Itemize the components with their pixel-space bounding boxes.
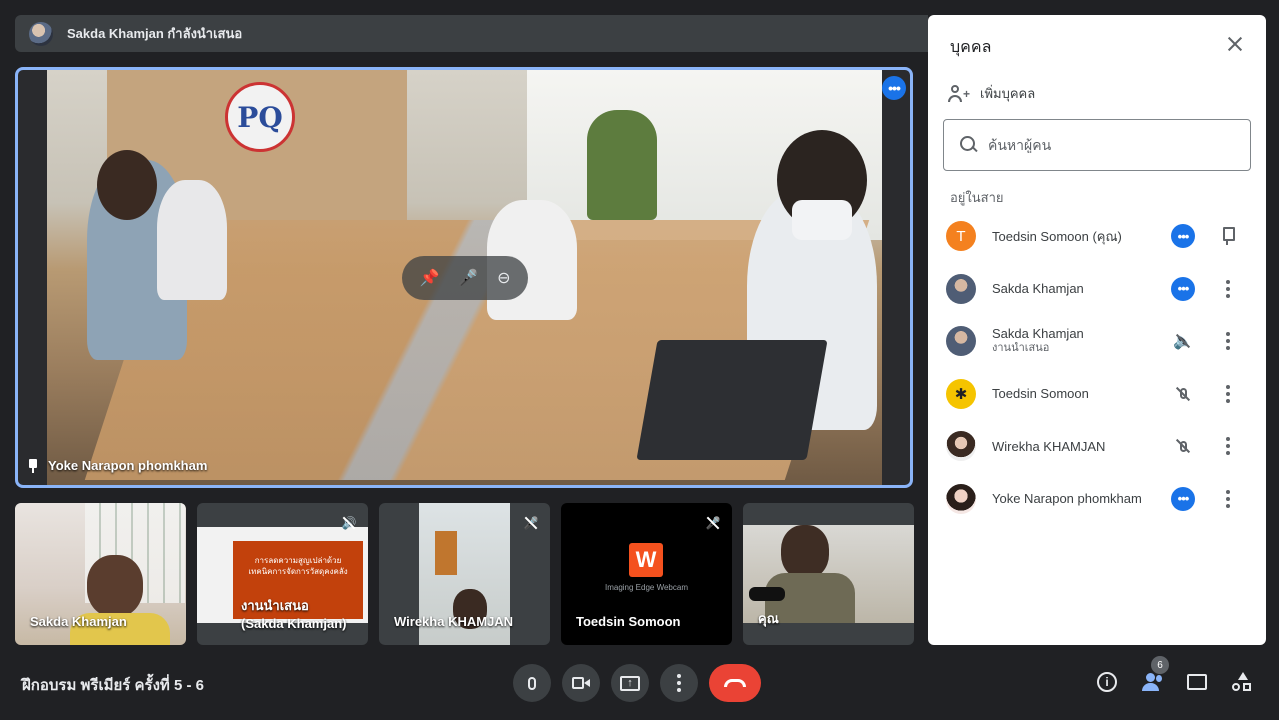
participant-name: Wirekha KHAMJAN	[992, 438, 1106, 454]
presenter-text: Sakda Khamjan กำลังนำเสนอ	[67, 26, 243, 41]
participant-name: Toedsin Somoon	[992, 386, 1089, 402]
more-vert-icon	[677, 674, 681, 692]
chat-button[interactable]	[1183, 668, 1211, 696]
meeting-info-button[interactable]: i	[1093, 668, 1121, 696]
volume-off-icon: 🔈	[1171, 329, 1195, 353]
participant-subtitle: งานนำเสนอ	[992, 342, 1050, 355]
participant-row[interactable]: Yoke Narapon phomkham •••	[928, 473, 1266, 526]
participant-name: Yoke Narapon phomkham	[992, 491, 1142, 507]
participant-name: คุณ	[758, 611, 779, 626]
participant-row[interactable]: Sakda Khamjan งานนำเสนอ 🔈	[928, 315, 1266, 368]
presenter-avatar	[29, 21, 53, 46]
avatar	[946, 326, 976, 357]
remove-circle-icon[interactable]: ⊖	[497, 268, 510, 288]
webcam-app-name: Imaging Edge Webcam	[604, 583, 688, 592]
participant-row[interactable]: Wirekha KHAMJAN	[928, 420, 1266, 473]
participant-tile[interactable]: 🎤 Wirekha KHAMJAN	[379, 503, 550, 645]
volume-off-icon: 🔊	[341, 516, 357, 530]
avatar	[946, 483, 976, 514]
more-vert-icon[interactable]	[1216, 434, 1240, 458]
company-logo: PQ	[225, 82, 295, 152]
more-vert-icon[interactable]	[1216, 329, 1240, 353]
present-button[interactable]: ↑	[611, 664, 649, 702]
more-options-icon[interactable]: •••	[1171, 276, 1195, 301]
participant-row[interactable]: T Toedsin Somoon (คุณ) •••	[928, 210, 1266, 263]
meeting-title: ฝึกอบรม พรีเมียร์ ครั้งที่ 5 - 6	[22, 677, 204, 694]
more-vert-icon[interactable]	[1216, 487, 1240, 511]
mic-off-icon	[1171, 434, 1195, 458]
person-add-icon: +	[948, 84, 970, 103]
panel-title: บุคคล	[950, 39, 992, 56]
activities-button[interactable]	[1228, 668, 1256, 696]
participant-name-text: Sakda Khamjan	[992, 326, 1084, 342]
main-participant-name: Yoke Narapon phomkham	[48, 458, 208, 473]
mic-off-icon	[1171, 382, 1195, 406]
participant-name: Toedsin Somoon (คุณ)	[992, 228, 1122, 244]
add-people-button[interactable]: + เพิ่มบุคคล	[948, 83, 1035, 104]
presentation-label: งานนำเสนอ	[241, 598, 309, 613]
close-icon[interactable]	[1224, 33, 1246, 55]
more-options-button[interactable]	[660, 664, 698, 702]
add-people-label: เพิ่มบุคคล	[980, 86, 1036, 101]
participant-list: T Toedsin Somoon (คุณ) ••• Sakda Khamjan…	[928, 210, 1266, 525]
end-call-icon	[724, 679, 746, 687]
avatar	[946, 273, 976, 304]
more-options-icon[interactable]: •••	[1171, 224, 1195, 249]
avatar: ✱	[946, 378, 976, 409]
present-screen-icon: ↑	[620, 675, 640, 691]
webcam-app-logo: W	[629, 543, 663, 577]
slide-title-line2: เทคนิคการจัดการวัสดุคงคลัง	[248, 567, 348, 576]
avatar: T	[946, 221, 976, 252]
more-options-icon[interactable]: •••	[1171, 486, 1195, 511]
participant-row[interactable]: Sakda Khamjan •••	[928, 263, 1266, 316]
tile-more-button[interactable]: •••	[882, 76, 906, 100]
main-tile-label: Yoke Narapon phomkham	[28, 458, 207, 473]
participant-name: Toedsin Somoon	[576, 614, 681, 629]
participant-row[interactable]: ✱ Toedsin Somoon	[928, 368, 1266, 421]
tile-hover-controls: 📌 🎤 ⊖	[402, 256, 528, 300]
activities-icon	[1232, 672, 1252, 692]
search-field[interactable]	[943, 119, 1251, 171]
mic-button[interactable]	[513, 664, 551, 702]
main-video-tile[interactable]: PQ ••• 📌 🎤 ⊖ Yoke Narapon phomkham	[15, 67, 913, 488]
participant-tile[interactable]: W Imaging Edge Webcam 🎤 Toedsin Somoon	[561, 503, 732, 645]
people-panel: บุคคล + เพิ่มบุคคล อยู่ในสาย T Toedsin S…	[928, 15, 1266, 645]
participant-tile[interactable]: Sakda Khamjan	[15, 503, 186, 645]
self-tile[interactable]: คุณ	[743, 503, 914, 645]
more-vert-icon[interactable]	[1216, 277, 1240, 301]
more-vert-icon[interactable]	[1216, 382, 1240, 406]
camera-button[interactable]	[562, 664, 600, 702]
search-icon	[960, 136, 978, 154]
participant-count-badge: 6	[1151, 656, 1169, 674]
pin-icon	[28, 458, 38, 473]
end-call-button[interactable]	[709, 664, 761, 702]
camera-icon	[572, 677, 590, 689]
pin-off-icon[interactable]: 📌	[419, 268, 439, 288]
participant-name: Sakda Khamjan งานนำเสนอ	[992, 326, 1084, 356]
slide-title-line1: การลดความสูญเปล่าด้วย	[254, 556, 342, 565]
participant-name: งานนำเสนอ (Sakda Khamjan)	[241, 597, 346, 633]
mic-icon	[528, 676, 536, 690]
presenting-banner: Sakda Khamjan กำลังนำเสนอ	[15, 15, 928, 52]
pin-icon[interactable]	[1216, 224, 1240, 248]
presentation-owner: (Sakda Khamjan)	[241, 616, 347, 631]
search-input[interactable]	[988, 137, 1228, 153]
participant-name: Wirekha KHAMJAN	[394, 614, 514, 629]
presentation-tile[interactable]: การลดความสูญเปล่าด้วย เทคนิคการจัดการวัส…	[197, 503, 368, 645]
chat-icon	[1187, 674, 1207, 690]
mic-icon[interactable]: 🎤	[458, 268, 478, 288]
avatar	[946, 431, 976, 462]
people-icon	[1141, 673, 1163, 691]
participant-name: Sakda Khamjan	[992, 281, 1084, 297]
in-call-section-label: อยู่ในสาย	[950, 190, 1004, 205]
info-icon: i	[1097, 672, 1117, 692]
mic-off-icon: 🎤	[523, 516, 539, 530]
participant-name: Sakda Khamjan	[30, 614, 127, 629]
mic-off-icon: 🎤	[705, 516, 721, 530]
